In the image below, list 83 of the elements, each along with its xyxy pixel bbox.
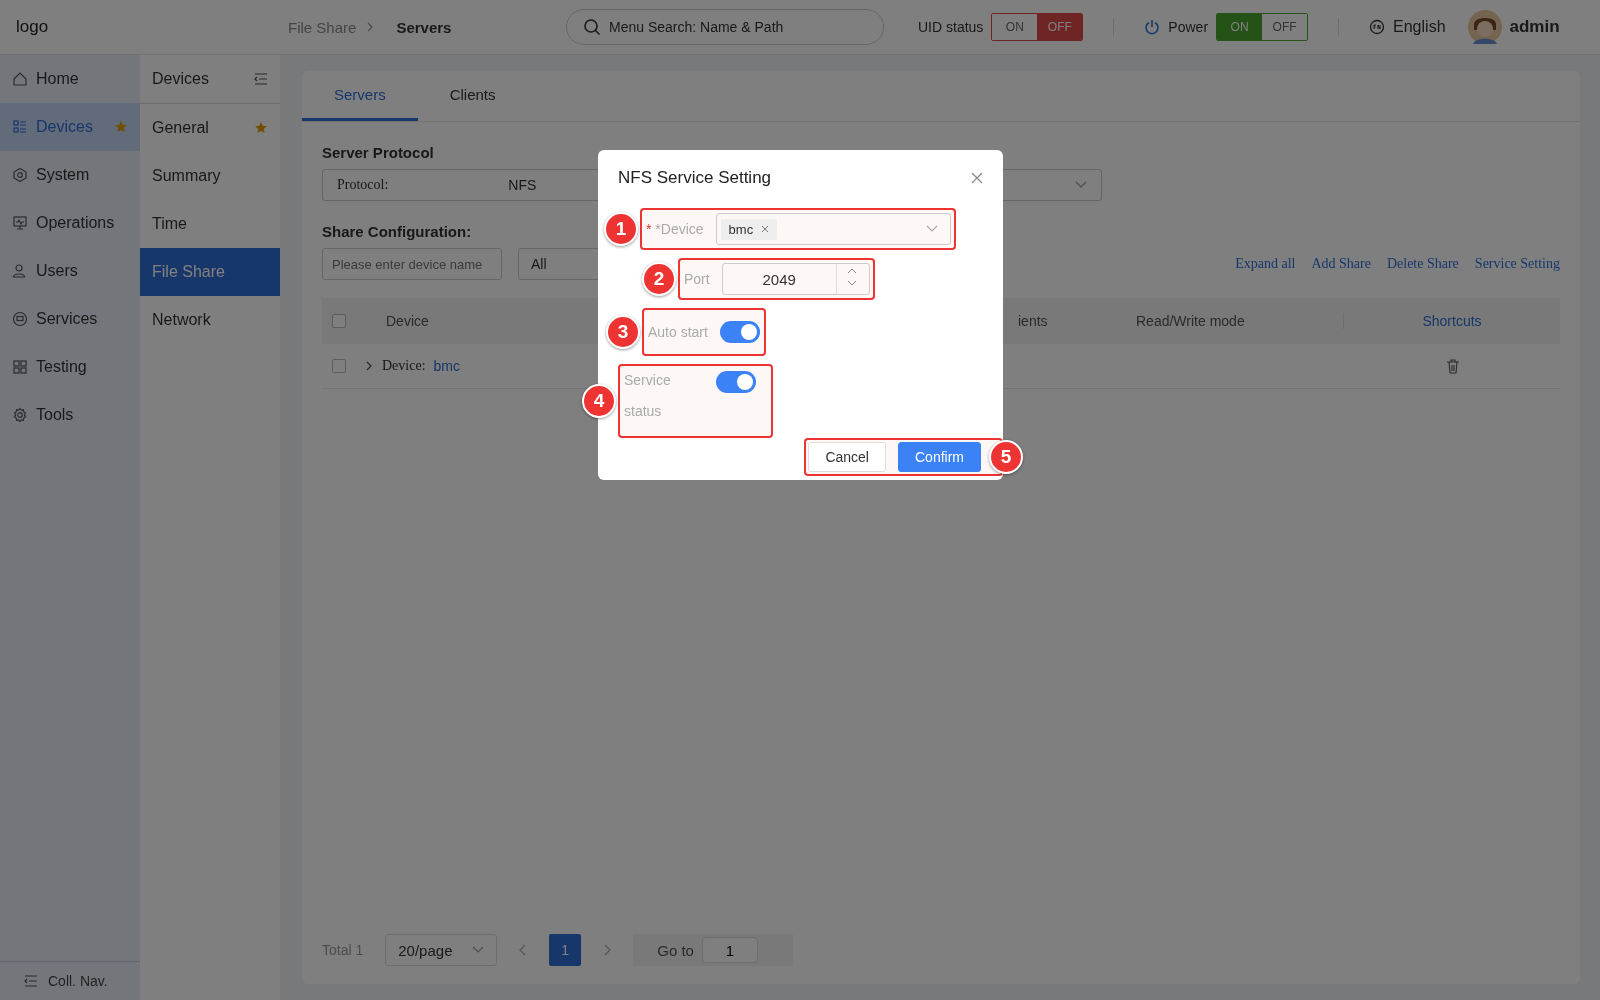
field-label: * *Device bbox=[646, 221, 704, 237]
toggle-switch[interactable] bbox=[719, 321, 760, 343]
nav-item[interactable]: Operations bbox=[0, 199, 140, 247]
previous-page-icon[interactable] bbox=[519, 944, 528, 956]
menu-fold-icon[interactable] bbox=[254, 73, 268, 85]
caret-icon bbox=[1075, 181, 1087, 189]
tab[interactable]: Servers bbox=[302, 71, 418, 121]
column-header: Shortcuts bbox=[1343, 313, 1560, 329]
confirm-button[interactable]: Confirm bbox=[898, 442, 981, 472]
nav-item[interactable]: Users bbox=[0, 247, 140, 295]
logo-alt-text: logo bbox=[16, 17, 50, 37]
nav-item[interactable]: Devices bbox=[0, 103, 140, 151]
device-tag: bmc bbox=[720, 218, 778, 240]
callout-badge: 3 bbox=[606, 315, 640, 349]
column-header: Read/Write mode bbox=[1136, 313, 1246, 329]
users-icon bbox=[12, 263, 28, 279]
grid-icon bbox=[12, 359, 28, 375]
column-header: ients bbox=[1018, 313, 1049, 329]
expand-icon[interactable] bbox=[364, 361, 374, 371]
power-toggle-option[interactable]: ON bbox=[1217, 14, 1263, 40]
device-search-field[interactable]: Please enter device name bbox=[322, 248, 502, 280]
nav-item[interactable]: Tools bbox=[0, 391, 140, 439]
select-all-checkbox[interactable] bbox=[332, 314, 346, 328]
hexagon-icon bbox=[12, 167, 28, 183]
callout-badge: 1 bbox=[604, 212, 638, 246]
sub-nav-item[interactable]: File Share bbox=[140, 248, 280, 296]
nav-item[interactable]: Services bbox=[0, 295, 140, 343]
list-icon bbox=[12, 119, 28, 135]
page-size-select[interactable]: 20/page bbox=[385, 934, 498, 966]
device-select[interactable]: bmc bbox=[715, 213, 951, 245]
sub-nav-item[interactable]: Time bbox=[140, 200, 280, 248]
breadcrumb-item[interactable]: File Share bbox=[288, 18, 357, 36]
user-name[interactable]: admin bbox=[1509, 17, 1560, 37]
uid-toggle-option[interactable]: OFF bbox=[1037, 14, 1083, 40]
close-icon[interactable] bbox=[971, 172, 983, 184]
collapse-icon bbox=[24, 975, 38, 987]
power-icon bbox=[1144, 19, 1161, 35]
settings-icon bbox=[12, 407, 28, 423]
avatar-icon[interactable] bbox=[1467, 10, 1502, 44]
section-heading: Server Protocol bbox=[322, 144, 434, 161]
toggle-switch[interactable] bbox=[716, 371, 756, 393]
dialog-title: NFS Service Setting bbox=[618, 168, 772, 188]
tab[interactable]: Clients bbox=[417, 71, 528, 121]
column-header: Device bbox=[386, 313, 430, 329]
field-label: Service status bbox=[624, 371, 672, 421]
device-link[interactable]: bmc bbox=[433, 358, 460, 374]
nav-item[interactable]: Testing bbox=[0, 343, 140, 391]
action-link[interactable]: Expand all bbox=[1235, 256, 1296, 272]
breadcrumb-item: Servers bbox=[396, 18, 452, 36]
search-icon bbox=[583, 18, 601, 36]
callout-badge: 5 bbox=[989, 440, 1023, 474]
callout-badge: 2 bbox=[642, 262, 676, 296]
circle-icon bbox=[12, 311, 28, 327]
home-icon bbox=[12, 71, 28, 87]
callout-badge: 4 bbox=[582, 384, 616, 418]
uid-status-label: UID status bbox=[918, 19, 984, 35]
monitor-icon bbox=[12, 215, 28, 231]
sub-nav-item[interactable]: Summary bbox=[140, 152, 280, 200]
action-link[interactable]: Add Share bbox=[1311, 256, 1371, 272]
caret-icon bbox=[925, 225, 938, 233]
go-to-label: Go to bbox=[657, 941, 694, 959]
field-label: Auto start bbox=[648, 324, 708, 340]
nav-item[interactable]: System bbox=[0, 151, 140, 199]
next-page-icon[interactable] bbox=[603, 944, 612, 956]
action-link[interactable]: Service Setting bbox=[1474, 256, 1560, 272]
sub-nav-title: Devices bbox=[152, 70, 209, 88]
sub-nav-item[interactable]: General bbox=[140, 104, 280, 152]
page-button[interactable]: 1 bbox=[549, 934, 582, 966]
language-selector[interactable]: English bbox=[1393, 18, 1446, 36]
cancel-button[interactable]: Cancel bbox=[808, 442, 886, 472]
field-label: Port bbox=[684, 271, 710, 287]
trash-icon[interactable] bbox=[1446, 358, 1460, 374]
power-label: Power bbox=[1168, 19, 1209, 35]
row-label: Device: bbox=[382, 358, 426, 374]
sub-nav-item[interactable]: Network bbox=[140, 296, 280, 344]
action-link[interactable]: Delete Share bbox=[1386, 256, 1459, 272]
go-to-field[interactable]: 1 bbox=[701, 937, 758, 963]
caret-icon bbox=[472, 946, 485, 954]
remove-icon[interactable] bbox=[761, 225, 770, 233]
row-checkbox[interactable] bbox=[332, 359, 346, 373]
nav-item[interactable]: Home bbox=[0, 55, 140, 103]
section-heading: Share Configuration: bbox=[322, 223, 472, 240]
chevron-right-icon bbox=[366, 22, 375, 32]
